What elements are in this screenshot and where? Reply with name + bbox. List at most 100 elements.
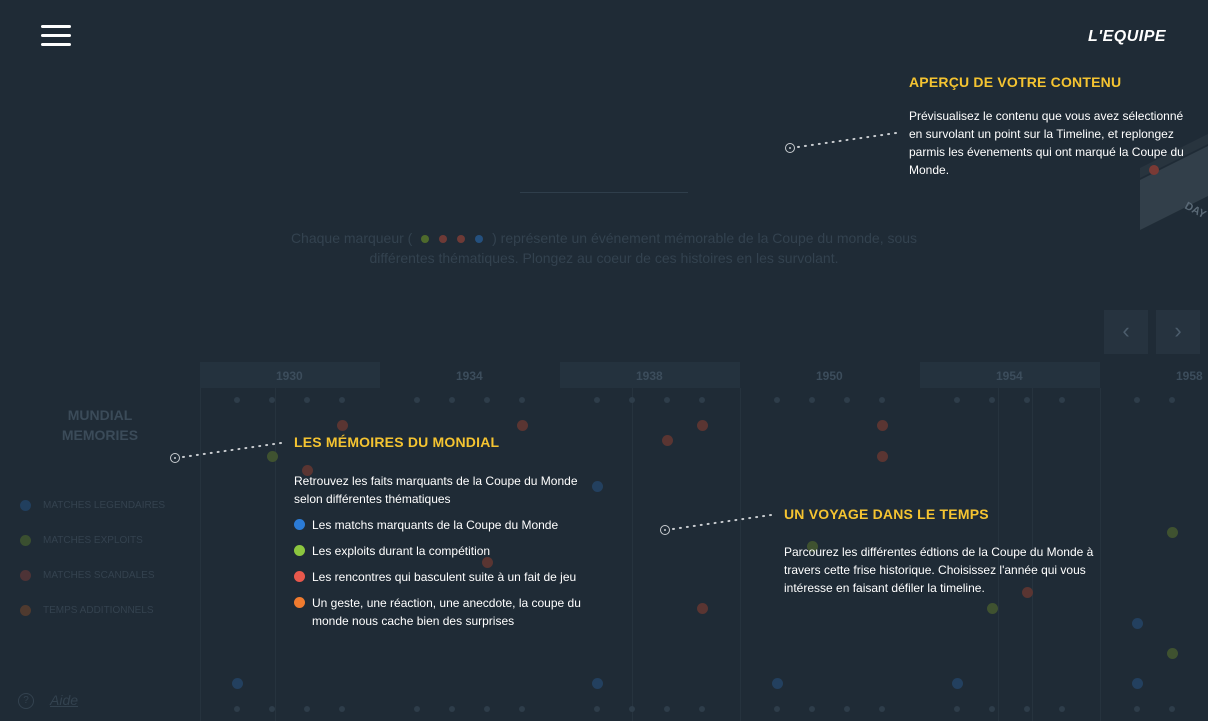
voyage-text: Parcourez les différentes édtions de la … <box>784 545 1094 595</box>
hamburger-icon-bar <box>41 43 71 46</box>
timeline-tick-dot <box>519 397 525 403</box>
timeline-tick-dot <box>1024 706 1030 712</box>
timeline-tick-dot <box>664 397 670 403</box>
menu-button[interactable] <box>41 25 71 47</box>
timeline-event-marker[interactable] <box>697 603 708 614</box>
timeline-tick-dot <box>594 706 600 712</box>
question-circle-icon: ? <box>18 693 34 710</box>
timeline-tick-dot <box>1169 706 1175 712</box>
legend-item[interactable]: MATCHES EXPLOITS <box>20 535 143 546</box>
timeline-event-marker[interactable] <box>987 603 998 614</box>
legend-dot <box>20 500 31 511</box>
timeline-event-marker[interactable] <box>1167 527 1178 538</box>
timeline-tick-dot <box>414 397 420 403</box>
preview-text: Prévisualisez le contenu que vous avez s… <box>909 109 1184 177</box>
timeline-tick-dot <box>449 706 455 712</box>
lequipe-logo[interactable]: L'EQUIPE <box>1088 28 1166 46</box>
timeline-tick-dot <box>774 706 780 712</box>
timeline-tick-dot <box>449 397 455 403</box>
next-arrow-button[interactable]: › <box>1156 310 1200 354</box>
timeline-tick-dot <box>304 706 310 712</box>
timeline-tick-dot <box>774 397 780 403</box>
timeline-tick-dot <box>844 397 850 403</box>
prev-arrow-button[interactable]: ‹ <box>1104 310 1148 354</box>
timeline-tick-dot <box>1134 397 1140 403</box>
voyage-pointer <box>660 514 772 535</box>
timeline-tick-dot <box>699 397 705 403</box>
timeline-event-marker[interactable] <box>1132 618 1143 629</box>
red-dot-icon <box>294 571 305 582</box>
timeline-tick-dot <box>629 397 635 403</box>
timeline-event-marker[interactable] <box>1167 648 1178 659</box>
timeline-tick-dot <box>234 397 240 403</box>
ribbon-text: DAY <box>1183 200 1208 221</box>
hamburger-icon-bar <box>41 34 71 37</box>
timeline-event-marker[interactable] <box>877 451 888 462</box>
legend-item[interactable]: MATCHES LEGENDAIRES <box>20 500 165 511</box>
year-label[interactable]: 1938 <box>636 369 663 383</box>
timeline-tick-dot <box>629 706 635 712</box>
timeline-tick-dot <box>269 397 275 403</box>
timeline-column-line <box>632 388 633 721</box>
section-title: MUNDIAL MEMORIES <box>61 407 139 443</box>
timeline-event-marker[interactable] <box>877 420 888 431</box>
year-label[interactable]: 1930 <box>276 369 303 383</box>
timeline-event-marker[interactable] <box>1132 678 1143 689</box>
timeline-tick-dot <box>879 397 885 403</box>
memories-callout: LES MÉMOIRES DU MONDIAL Retrouvez les fa… <box>294 434 594 638</box>
timeline-tick-dot <box>519 706 525 712</box>
timeline-event-marker[interactable] <box>772 678 783 689</box>
timeline-tick-dot <box>484 706 490 712</box>
timeline-tick-dot <box>1059 397 1065 403</box>
timeline-tick-dot <box>809 706 815 712</box>
memories-item-legendary: Les matchs marquants de la Coupe du Mond… <box>294 516 594 534</box>
legend-item[interactable]: MATCHES SCANDALES <box>20 570 155 581</box>
marker-dot-red <box>439 235 448 244</box>
timeline-tick-dot <box>664 706 670 712</box>
blue-dot-icon <box>294 519 305 530</box>
timeline-tick-dot <box>844 706 850 712</box>
voyage-title: UN VOYAGE DANS LE TEMPS <box>784 506 989 522</box>
year-label[interactable]: 1958 <box>1176 369 1203 383</box>
marker-dot-blue <box>475 235 484 244</box>
timeline-tick-dot <box>989 397 995 403</box>
timeline-tick-dot <box>809 397 815 403</box>
timeline-tick-dot <box>699 706 705 712</box>
timeline-event-marker[interactable] <box>952 678 963 689</box>
legend-item[interactable]: TEMPS ADDITIONNELS <box>20 605 154 616</box>
help-label[interactable]: Aide <box>50 692 78 708</box>
timeline-event-marker[interactable] <box>337 420 348 431</box>
timeline-tick-dot <box>339 706 345 712</box>
timeline-event-marker[interactable] <box>697 420 708 431</box>
year-label[interactable]: 1950 <box>816 369 843 383</box>
timeline-tick-dot <box>234 706 240 712</box>
timeline-tick-dot <box>1024 397 1030 403</box>
timeline-tick-dot <box>484 397 490 403</box>
legend-dot <box>20 535 31 546</box>
timeline-event-marker[interactable] <box>592 678 603 689</box>
timeline-tick-dot <box>954 706 960 712</box>
year-label[interactable]: 1934 <box>456 369 483 383</box>
timeline-event-marker[interactable] <box>662 435 673 446</box>
marker-dot-green <box>421 235 430 244</box>
timeline-column-line <box>740 388 741 721</box>
memories-item-extra-time: Un geste, une réaction, une anecdote, la… <box>294 594 594 630</box>
timeline-tick-dot <box>989 706 995 712</box>
intro-text-end: ) représente un événement mémorable de l… <box>369 230 918 266</box>
legend-dot <box>20 605 31 616</box>
marker-dot-red <box>457 235 466 244</box>
title-divider <box>520 192 688 193</box>
memories-pointer <box>170 442 282 463</box>
timeline-tick-dot <box>1169 397 1175 403</box>
legend-dot <box>20 570 31 581</box>
year-label[interactable]: 1954 <box>996 369 1023 383</box>
timeline-tick-dot <box>879 706 885 712</box>
timeline-event-marker[interactable] <box>517 420 528 431</box>
orange-dot-icon <box>294 597 305 608</box>
help-link[interactable]: ? Aide <box>18 692 78 710</box>
timeline-event-marker[interactable] <box>232 678 243 689</box>
timeline-tick-dot <box>269 706 275 712</box>
preview-pointer <box>785 132 897 153</box>
timeline-tick-dot <box>1134 706 1140 712</box>
timeline-tick-dot <box>594 397 600 403</box>
